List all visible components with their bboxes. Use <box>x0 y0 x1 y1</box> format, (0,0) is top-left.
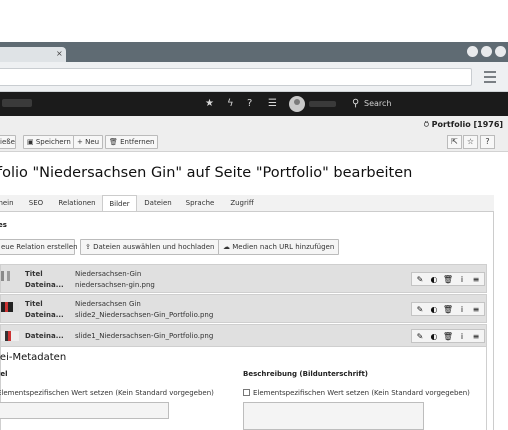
window-minimize-button[interactable] <box>467 46 478 57</box>
bookmark-star-icon[interactable]: ☆ <box>463 135 478 149</box>
pencil-icon[interactable]: ✎ <box>414 304 426 315</box>
row-controls: ✎ ◐ 🗑 i ≡ <box>411 302 485 316</box>
username-label[interactable] <box>309 101 336 107</box>
row-controls: ✎ ◐ 🗑 i ≡ <box>411 329 485 343</box>
new-button-label: Neu <box>85 138 100 146</box>
pencil-icon[interactable]: ✎ <box>414 331 426 342</box>
tab-access[interactable]: Zugriff <box>225 195 259 212</box>
description-override[interactable]: Elementspezifischen Wert setzen (Kein St… <box>243 388 470 398</box>
description-field-label: Beschreibung (Bildunterschrift) <box>243 370 369 378</box>
tab-relations[interactable]: Relationen <box>56 195 98 212</box>
override-text: Elementspezifischen Wert setzen (Kein St… <box>253 389 470 397</box>
title-label: Titel <box>25 300 43 308</box>
save-icon: ▣ <box>27 138 34 146</box>
bolt-icon[interactable]: ϟ <box>227 96 234 112</box>
search-label[interactable]: Search <box>364 98 391 110</box>
description-textarea[interactable] <box>243 402 424 430</box>
toggle-icon[interactable]: ◐ <box>428 304 440 315</box>
thumbnail <box>1 271 19 281</box>
delete-button-label: Entfernen <box>120 138 155 146</box>
plus-icon: + <box>77 138 83 146</box>
title-field-label: tel <box>0 370 8 378</box>
images-section-label: es <box>0 221 7 229</box>
open-external-icon[interactable]: ⇱ <box>447 135 462 149</box>
hamburger-icon[interactable] <box>484 71 496 86</box>
window-close-button[interactable] <box>495 46 506 57</box>
tab-general[interactable]: nein <box>0 195 16 212</box>
title-label: Titel <box>25 270 43 278</box>
metadata-title: tei-Metadaten <box>0 352 67 363</box>
address-bar[interactable] <box>0 68 472 86</box>
browser-tab-strip <box>0 42 508 62</box>
title-value: Niedersachsen Gin <box>75 300 141 308</box>
search-icon[interactable]: ⚲ <box>352 98 359 109</box>
page-title: folio "Niedersachsen Gin" auf Seite "Por… <box>0 165 413 181</box>
thumbnail <box>1 302 19 312</box>
tab-images[interactable]: Bilder <box>102 195 137 212</box>
filename-value: slide1_Niedersachsen-Gin_Portfolio.png <box>75 332 214 340</box>
desktop-background <box>0 0 508 42</box>
filename-label: Dateina... <box>25 311 64 319</box>
filename-value: niedersachsen-gin.png <box>75 281 155 289</box>
toggle-icon[interactable]: ◐ <box>428 331 440 342</box>
tab-close-icon[interactable]: × <box>56 48 63 60</box>
title-input[interactable] <box>0 402 169 419</box>
window-maximize-button[interactable] <box>481 46 492 57</box>
new-relation-button[interactable]: eue Relation erstellen <box>0 239 78 255</box>
record-title-text: Portfolio [1976] <box>431 120 504 129</box>
drag-handle-icon[interactable]: ≡ <box>470 274 482 285</box>
site-logo[interactable] <box>2 99 32 107</box>
trash-icon[interactable]: 🗑 <box>442 304 454 315</box>
upload-button[interactable]: ⇪ Dateien auswählen und hochladen <box>80 239 220 255</box>
drag-handle-icon[interactable]: ≡ <box>470 331 482 342</box>
upload-icon: ⇪ <box>85 243 91 251</box>
save-button[interactable]: ▣ Speichern <box>23 135 75 149</box>
new-button[interactable]: + Neu <box>73 135 104 149</box>
star-icon[interactable]: ★ <box>205 96 214 112</box>
close-button-label: ießen <box>0 138 15 146</box>
pencil-icon[interactable]: ✎ <box>414 274 426 285</box>
delete-button[interactable]: 🗑 Entfernen <box>105 135 159 149</box>
toggle-icon[interactable]: ◐ <box>428 274 440 285</box>
filename-label: Dateina... <box>25 332 64 340</box>
help-button[interactable]: ? <box>480 135 495 149</box>
override-text: Elementspezifischen Wert setzen (Kein St… <box>0 389 214 397</box>
help-icon[interactable]: ? <box>247 96 252 112</box>
title-value: Niedersachsen-Gin <box>75 270 142 278</box>
new-relation-label: eue Relation erstellen <box>1 243 78 251</box>
cloud-icon: ☁ <box>223 243 230 251</box>
title-override[interactable]: Elementspezifischen Wert setzen (Kein St… <box>0 388 214 398</box>
avatar[interactable] <box>289 96 305 112</box>
override-checkbox[interactable] <box>243 389 250 396</box>
record-title: ⍥ Portfolio [1976] <box>424 120 503 130</box>
file-reference-row[interactable]: Titel Dateina... Niedersachsen-Gin niede… <box>0 264 487 293</box>
info-icon[interactable]: i <box>456 331 468 342</box>
media-url-button[interactable]: ☁ Medien nach URL hinzufügen <box>218 239 340 255</box>
trash-icon[interactable]: 🗑 <box>442 274 454 285</box>
backend-topbar <box>0 92 508 116</box>
filename-label: Dateina... <box>25 281 64 289</box>
trash-icon: 🗑 <box>109 138 118 146</box>
close-button[interactable]: ießen <box>0 135 16 149</box>
drag-handle-icon[interactable]: ≡ <box>470 304 482 315</box>
filename-value: slide2_Niedersachsen-Gin_Portfolio.png <box>75 311 214 319</box>
tab-files[interactable]: Dateien <box>141 195 175 212</box>
file-reference-row[interactable]: Titel Dateina... Niedersachsen Gin slide… <box>0 294 487 323</box>
info-icon[interactable]: i <box>456 304 468 315</box>
row-controls: ✎ ◐ 🗑 i ≡ <box>411 272 485 286</box>
media-url-label: Medien nach URL hinzufügen <box>232 243 335 251</box>
info-icon[interactable]: i <box>456 274 468 285</box>
thumbnail <box>1 331 19 341</box>
tab-language[interactable]: Sprache <box>182 195 218 212</box>
save-button-label: Speichern <box>35 138 71 146</box>
trash-icon[interactable]: 🗑 <box>442 331 454 342</box>
list-icon[interactable]: ☰ <box>268 96 277 112</box>
flask-icon: ⍥ <box>424 120 429 129</box>
file-reference-row-expanded[interactable]: Dateina... slide1_Niedersachsen-Gin_Port… <box>0 324 487 347</box>
upload-label: Dateien auswählen und hochladen <box>93 243 215 251</box>
tab-seo[interactable]: SEO <box>22 195 50 212</box>
